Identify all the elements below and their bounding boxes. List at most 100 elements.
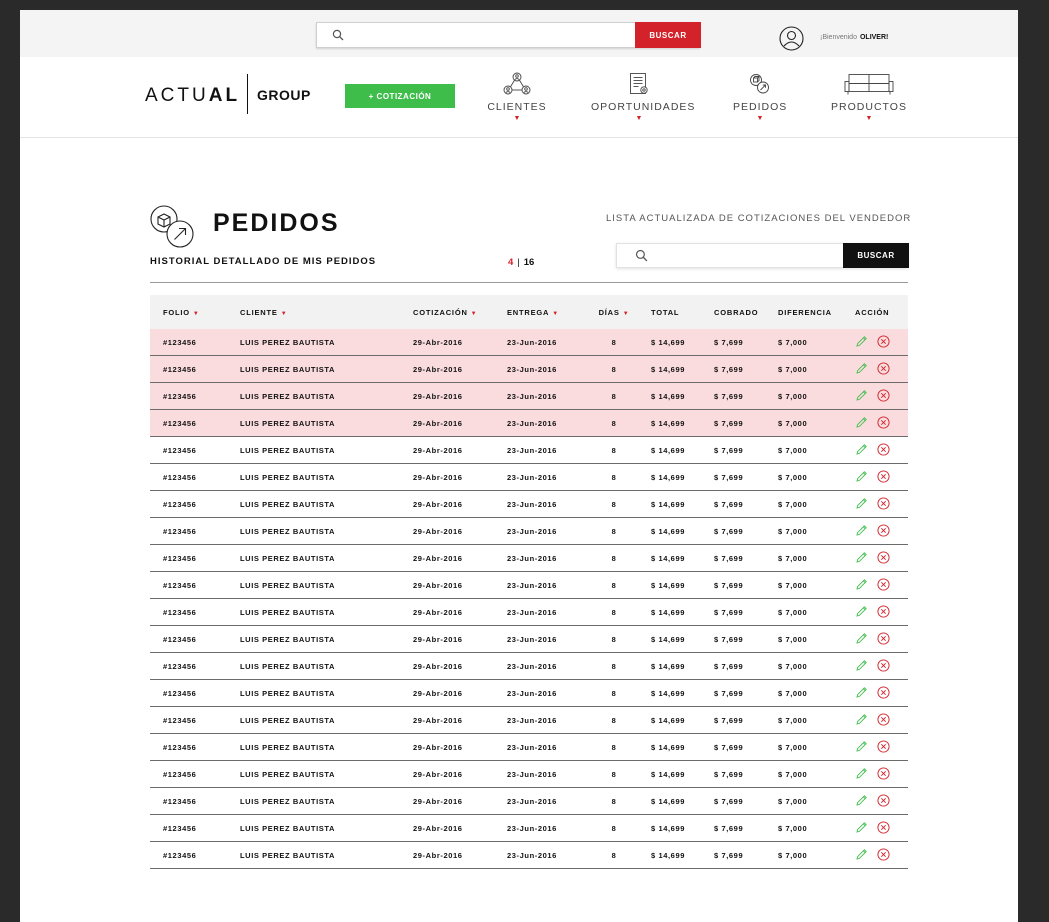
column-header-label: COTIZACIÓN <box>413 307 468 317</box>
edit-icon[interactable] <box>855 389 868 404</box>
delete-icon[interactable] <box>877 442 890 458</box>
delete-icon[interactable] <box>877 415 890 431</box>
edit-icon[interactable] <box>855 659 868 674</box>
table-row[interactable]: #123456 LUIS PEREZ BAUTISTA 29-Abr-2016 23-… <box>150 733 908 761</box>
column-header-cotizacion[interactable]: COTIZACIÓN ▼ <box>413 295 507 329</box>
top-search-button[interactable]: BUSCAR <box>635 22 701 48</box>
chevron-down-icon: ▼ <box>756 115 764 122</box>
edit-icon[interactable] <box>855 578 868 593</box>
sort-arrow-icon[interactable]: ▼ <box>552 311 559 317</box>
cell-folio: #123456 <box>150 490 240 518</box>
sofa-icon <box>844 74 894 95</box>
column-header-folio[interactable]: FOLIO ▼ <box>150 295 240 329</box>
table-row[interactable]: #123456 LUIS PEREZ BAUTISTA 29-Abr-2016 23-… <box>150 571 908 599</box>
nav-item-oportunidades[interactable]: OPORTUNIDADES ▼ <box>591 72 694 122</box>
delete-icon[interactable] <box>877 496 890 512</box>
edit-icon[interactable] <box>855 821 868 836</box>
delete-icon[interactable] <box>877 334 890 350</box>
table-row[interactable]: #123456 LUIS PEREZ BAUTISTA 29-Abr-2016 23-… <box>150 463 908 491</box>
cell-cotizacion: 29-Abr-2016 <box>413 706 507 734</box>
table-row[interactable]: #123456 LUIS PEREZ BAUTISTA 29-Abr-2016 23-… <box>150 679 908 707</box>
nav-item-productos[interactable]: PRODUCTOS ▼ <box>831 72 907 122</box>
orders-search-input[interactable] <box>657 247 841 266</box>
table-row[interactable]: #123456 LUIS PEREZ BAUTISTA 29-Abr-2016 23-… <box>150 409 908 437</box>
edit-icon[interactable] <box>855 362 868 377</box>
table-row[interactable]: #123456 LUIS PEREZ BAUTISTA 29-Abr-2016 23-… <box>150 625 908 653</box>
nav-item-clientes[interactable]: CLIENTES ▼ <box>485 72 549 122</box>
top-search-input[interactable] <box>355 26 629 46</box>
edit-icon[interactable] <box>855 497 868 512</box>
cell-cotizacion: 29-Abr-2016 <box>413 544 507 572</box>
delete-icon[interactable] <box>877 820 890 836</box>
delete-icon[interactable] <box>877 766 890 782</box>
sort-arrow-icon[interactable]: ▼ <box>623 311 630 317</box>
user-avatar-icon[interactable] <box>779 26 804 51</box>
column-header-dias[interactable]: DÍAS ▼ <box>589 295 651 329</box>
delete-icon[interactable] <box>877 550 890 566</box>
table-row[interactable]: #123456 LUIS PEREZ BAUTISTA 29-Abr-2016 23-… <box>150 841 908 869</box>
column-header-entrega[interactable]: ENTREGA ▼ <box>507 295 589 329</box>
table-row[interactable]: #123456 LUIS PEREZ BAUTISTA 29-Abr-2016 23-… <box>150 598 908 626</box>
sort-arrow-icon[interactable]: ▼ <box>471 311 478 317</box>
edit-icon[interactable] <box>855 632 868 647</box>
edit-icon[interactable] <box>855 686 868 701</box>
cell-folio: #123456 <box>150 760 240 788</box>
cell-entrega: 23-Jun-2016 <box>507 598 589 626</box>
cell-folio: #123456 <box>150 436 240 464</box>
delete-icon[interactable] <box>877 577 890 593</box>
table-row[interactable]: #123456 LUIS PEREZ BAUTISTA 29-Abr-2016 23-… <box>150 382 908 410</box>
delete-icon[interactable] <box>877 847 890 863</box>
edit-icon[interactable] <box>855 416 868 431</box>
table-row[interactable]: #123456 LUIS PEREZ BAUTISTA 29-Abr-2016 23-… <box>150 652 908 680</box>
sort-arrow-icon[interactable]: ▼ <box>281 311 288 317</box>
edit-icon[interactable] <box>855 551 868 566</box>
table-row[interactable]: #123456 LUIS PEREZ BAUTISTA 29-Abr-2016 23-… <box>150 706 908 734</box>
cell-cotizacion: 29-Abr-2016 <box>413 841 507 869</box>
cell-cobrado: $ 7,699 <box>714 760 778 788</box>
delete-icon[interactable] <box>877 685 890 701</box>
cell-accion <box>849 490 908 518</box>
delete-icon[interactable] <box>877 658 890 674</box>
sort-arrow-icon[interactable]: ▼ <box>193 311 200 317</box>
delete-icon[interactable] <box>877 604 890 620</box>
edit-icon[interactable] <box>855 470 868 485</box>
cell-entrega: 23-Jun-2016 <box>507 463 589 491</box>
nav-item-pedidos[interactable]: PEDIDOS ▼ <box>733 72 787 122</box>
edit-icon[interactable] <box>855 335 868 350</box>
new-quote-button[interactable]: + COTIZACIÓN <box>345 84 455 108</box>
table-row[interactable]: #123456 LUIS PEREZ BAUTISTA 29-Abr-2016 23-… <box>150 517 908 545</box>
table-row[interactable]: #123456 LUIS PEREZ BAUTISTA 29-Abr-2016 23-… <box>150 814 908 842</box>
edit-icon[interactable] <box>855 443 868 458</box>
edit-icon[interactable] <box>855 713 868 728</box>
delete-icon[interactable] <box>877 631 890 647</box>
edit-icon[interactable] <box>855 524 868 539</box>
delete-icon[interactable] <box>877 523 890 539</box>
edit-icon[interactable] <box>855 794 868 809</box>
table-row[interactable]: #123456 LUIS PEREZ BAUTISTA 29-Abr-2016 23-… <box>150 355 908 383</box>
table-row[interactable]: #123456 LUIS PEREZ BAUTISTA 29-Abr-2016 23-… <box>150 760 908 788</box>
table-row[interactable]: #123456 LUIS PEREZ BAUTISTA 29-Abr-2016 23-… <box>150 787 908 815</box>
edit-icon[interactable] <box>855 767 868 782</box>
cell-cobrado: $ 7,699 <box>714 382 778 410</box>
cell-dias: 8 <box>589 544 651 572</box>
table-row[interactable]: #123456 LUIS PEREZ BAUTISTA 29-Abr-2016 23-… <box>150 436 908 464</box>
delete-icon[interactable] <box>877 388 890 404</box>
orders-search-button[interactable]: BUSCAR <box>843 243 909 268</box>
delete-icon[interactable] <box>877 361 890 377</box>
delete-icon[interactable] <box>877 793 890 809</box>
document-icon <box>630 73 648 94</box>
cell-cobrado: $ 7,699 <box>714 652 778 680</box>
edit-icon[interactable] <box>855 605 868 620</box>
delete-icon[interactable] <box>877 469 890 485</box>
edit-icon[interactable] <box>855 848 868 863</box>
cell-total: $ 14,699 <box>651 409 714 437</box>
table-row[interactable]: #123456 LUIS PEREZ BAUTISTA 29-Abr-2016 23-… <box>150 329 908 356</box>
table-row[interactable]: #123456 LUIS PEREZ BAUTISTA 29-Abr-2016 23-… <box>150 490 908 518</box>
edit-icon[interactable] <box>855 740 868 755</box>
cell-diferencia: $ 7,000 <box>778 409 849 437</box>
cell-cliente: LUIS PEREZ BAUTISTA <box>240 355 413 383</box>
table-row[interactable]: #123456 LUIS PEREZ BAUTISTA 29-Abr-2016 23-… <box>150 544 908 572</box>
delete-icon[interactable] <box>877 739 890 755</box>
delete-icon[interactable] <box>877 712 890 728</box>
column-header-cliente[interactable]: CLIENTE ▼ <box>240 295 413 329</box>
